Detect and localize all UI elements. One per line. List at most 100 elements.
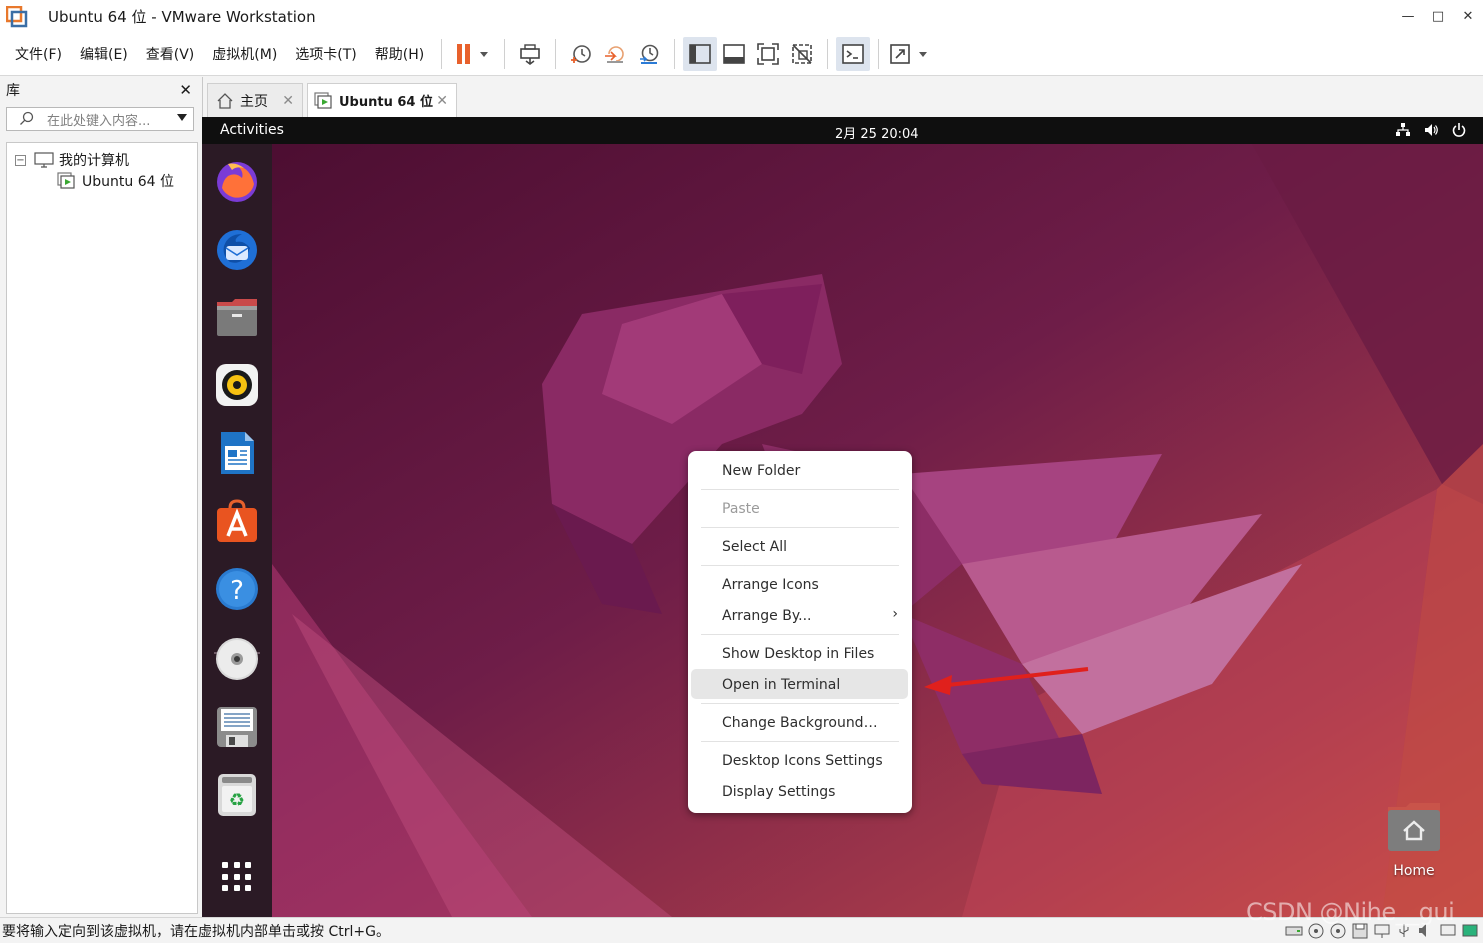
window-title: Ubuntu 64 位 - VMware Workstation — [48, 7, 316, 26]
help-icon[interactable]: ? — [214, 566, 260, 612]
toolbar-separator — [878, 38, 880, 69]
close-library-icon[interactable]: ✕ — [179, 81, 192, 99]
tab-strip: 主页 ✕ Ubuntu 64 位 ✕ — [202, 77, 1483, 117]
menu-separator — [701, 703, 899, 704]
menu-item-new-folder[interactable]: New Folder — [722, 463, 800, 479]
stretch-guest-button[interactable] — [887, 37, 933, 71]
menu-separator — [701, 634, 899, 635]
close-icon[interactable]: ✕ — [1453, 0, 1483, 32]
take-snapshot-button[interactable] — [564, 37, 598, 71]
toolbar-separator — [827, 38, 829, 69]
stretch-guest-icon — [890, 43, 928, 64]
console-view-button[interactable] — [836, 36, 871, 71]
menu-separator — [701, 741, 899, 742]
full-screen-icon — [757, 42, 780, 65]
ubuntu-dock: ? ♻ — [202, 144, 272, 917]
trash-icon[interactable]: ♻ — [214, 772, 260, 818]
menu-edit[interactable]: 编辑(E) — [71, 44, 137, 64]
app-center-icon[interactable] — [214, 498, 260, 544]
tab-home-close-icon[interactable]: ✕ — [282, 93, 294, 109]
toolbar-separator — [674, 38, 676, 69]
tab-ubuntu-label: Ubuntu 64 位 — [339, 95, 433, 110]
system-tray[interactable] — [1395, 122, 1467, 138]
send-ctrl-alt-del-button[interactable] — [513, 37, 547, 71]
menu-item-select-all[interactable]: Select All — [722, 539, 787, 555]
menu-vm[interactable]: 虚拟机(M) — [203, 44, 286, 64]
vm-icon — [314, 91, 332, 109]
message-log-icon[interactable] — [1461, 922, 1479, 939]
home-folder-label: Home — [1393, 863, 1435, 879]
tree-label-ubuntu: Ubuntu 64 位 — [82, 174, 174, 190]
full-screen-button[interactable] — [751, 37, 785, 71]
menu-item-show-desktop-in-files[interactable]: Show Desktop in Files — [722, 646, 874, 662]
svg-text:?: ? — [230, 576, 244, 606]
thumbnail-bar-icon — [723, 43, 746, 64]
vmware-window: Ubuntu 64 位 - VMware Workstation — □ ✕ 文… — [0, 0, 1483, 943]
desktop-context-menu: New Folder Paste Select All Arrange Icon… — [688, 451, 912, 813]
home-icon — [217, 92, 233, 109]
send-keys-icon — [520, 43, 541, 65]
csdn-watermark: CSDN @Nihe__gui — [1246, 898, 1455, 926]
revert-snapshot-button[interactable] — [598, 37, 632, 71]
library-search-input[interactable]: 在此处键入内容... — [6, 107, 194, 131]
menu-separator — [701, 565, 899, 566]
menu-bar: 文件(F) 编辑(E) 查看(V) 虚拟机(M) 选项卡(T) 帮助(H) — [0, 32, 1483, 76]
menu-file[interactable]: 文件(F) — [6, 44, 71, 64]
library-view-icon — [689, 43, 712, 64]
menu-item-arrange-icons[interactable]: Arrange Icons — [722, 577, 819, 593]
thunderbird-icon[interactable] — [214, 226, 260, 272]
cd-drive-icon[interactable] — [214, 636, 260, 682]
vm-running-icon — [57, 172, 75, 189]
snapshot-manager-button[interactable] — [632, 37, 666, 71]
menu-item-open-in-terminal[interactable]: Open in Terminal — [722, 677, 840, 693]
menu-separator — [701, 527, 899, 528]
libreoffice-writer-icon[interactable] — [214, 430, 260, 476]
search-dropdown-icon[interactable] — [177, 114, 187, 121]
show-library-button[interactable] — [683, 36, 718, 71]
activities-button[interactable]: Activities — [220, 122, 284, 138]
volume-icon — [1425, 124, 1438, 136]
menu-item-paste[interactable]: Paste — [722, 501, 760, 517]
vm-console[interactable]: Activities 2月 25 20:04 ? ♻ New Folder Pa… — [202, 117, 1483, 917]
library-panel: 库 ✕ 在此处键入内容... − 我的计算机 Ubuntu 64 位 — [0, 77, 200, 917]
tree-label-my-computer: 我的计算机 — [59, 153, 129, 169]
tab-ubuntu-close-icon[interactable]: ✕ — [436, 93, 448, 109]
menu-tabs[interactable]: 选项卡(T) — [286, 44, 365, 64]
menu-help[interactable]: 帮助(H) — [366, 44, 433, 64]
menu-view[interactable]: 查看(V) — [137, 44, 204, 64]
pause-button[interactable] — [450, 37, 496, 71]
tab-home-label: 主页 — [240, 93, 268, 110]
unity-button[interactable] — [785, 37, 819, 71]
clock[interactable]: 2月 25 20:04 — [835, 123, 919, 142]
toolbar-separator — [504, 38, 506, 69]
console-view-icon — [842, 43, 865, 64]
library-title: 库 — [6, 83, 20, 99]
collapse-icon[interactable]: − — [15, 154, 26, 166]
menu-item-display-settings[interactable]: Display Settings — [722, 784, 835, 800]
show-apps-icon[interactable] — [222, 862, 252, 892]
tab-ubuntu[interactable]: Ubuntu 64 位 ✕ — [307, 83, 457, 117]
thumbnail-bar-button[interactable] — [717, 37, 751, 71]
snapshot-manager-icon — [640, 44, 659, 64]
submenu-chevron-icon: › — [892, 606, 898, 622]
snapshot-revert-icon — [605, 45, 625, 63]
maximize-icon[interactable]: □ — [1423, 0, 1453, 32]
status-message: 要将输入定向到该虚拟机，请在虚拟机内部单击或按 Ctrl+G。 — [2, 923, 390, 940]
pause-icon — [457, 43, 489, 64]
tree-item-ubuntu[interactable]: Ubuntu 64 位 — [57, 171, 174, 191]
home-folder-icon[interactable] — [1386, 801, 1442, 853]
menu-item-arrange-by[interactable]: Arrange By... — [722, 608, 812, 624]
power-icon — [1452, 123, 1466, 137]
floppy-drive-icon[interactable] — [214, 704, 260, 750]
menu-item-desktop-icons-settings[interactable]: Desktop Icons Settings — [722, 753, 883, 769]
gnome-top-bar: Activities 2月 25 20:04 — [202, 117, 1483, 144]
tree-item-my-computer[interactable]: − 我的计算机 — [15, 150, 129, 170]
annotation-arrow-icon — [924, 667, 1089, 695]
menu-item-change-background[interactable]: Change Background… — [722, 715, 878, 731]
tab-home[interactable]: 主页 ✕ — [207, 83, 303, 117]
rhythmbox-icon[interactable] — [214, 362, 260, 408]
minimize-icon[interactable]: — — [1393, 0, 1423, 32]
svg-text:♻: ♻ — [229, 790, 245, 811]
files-icon[interactable] — [214, 294, 260, 340]
firefox-icon[interactable] — [214, 158, 260, 204]
